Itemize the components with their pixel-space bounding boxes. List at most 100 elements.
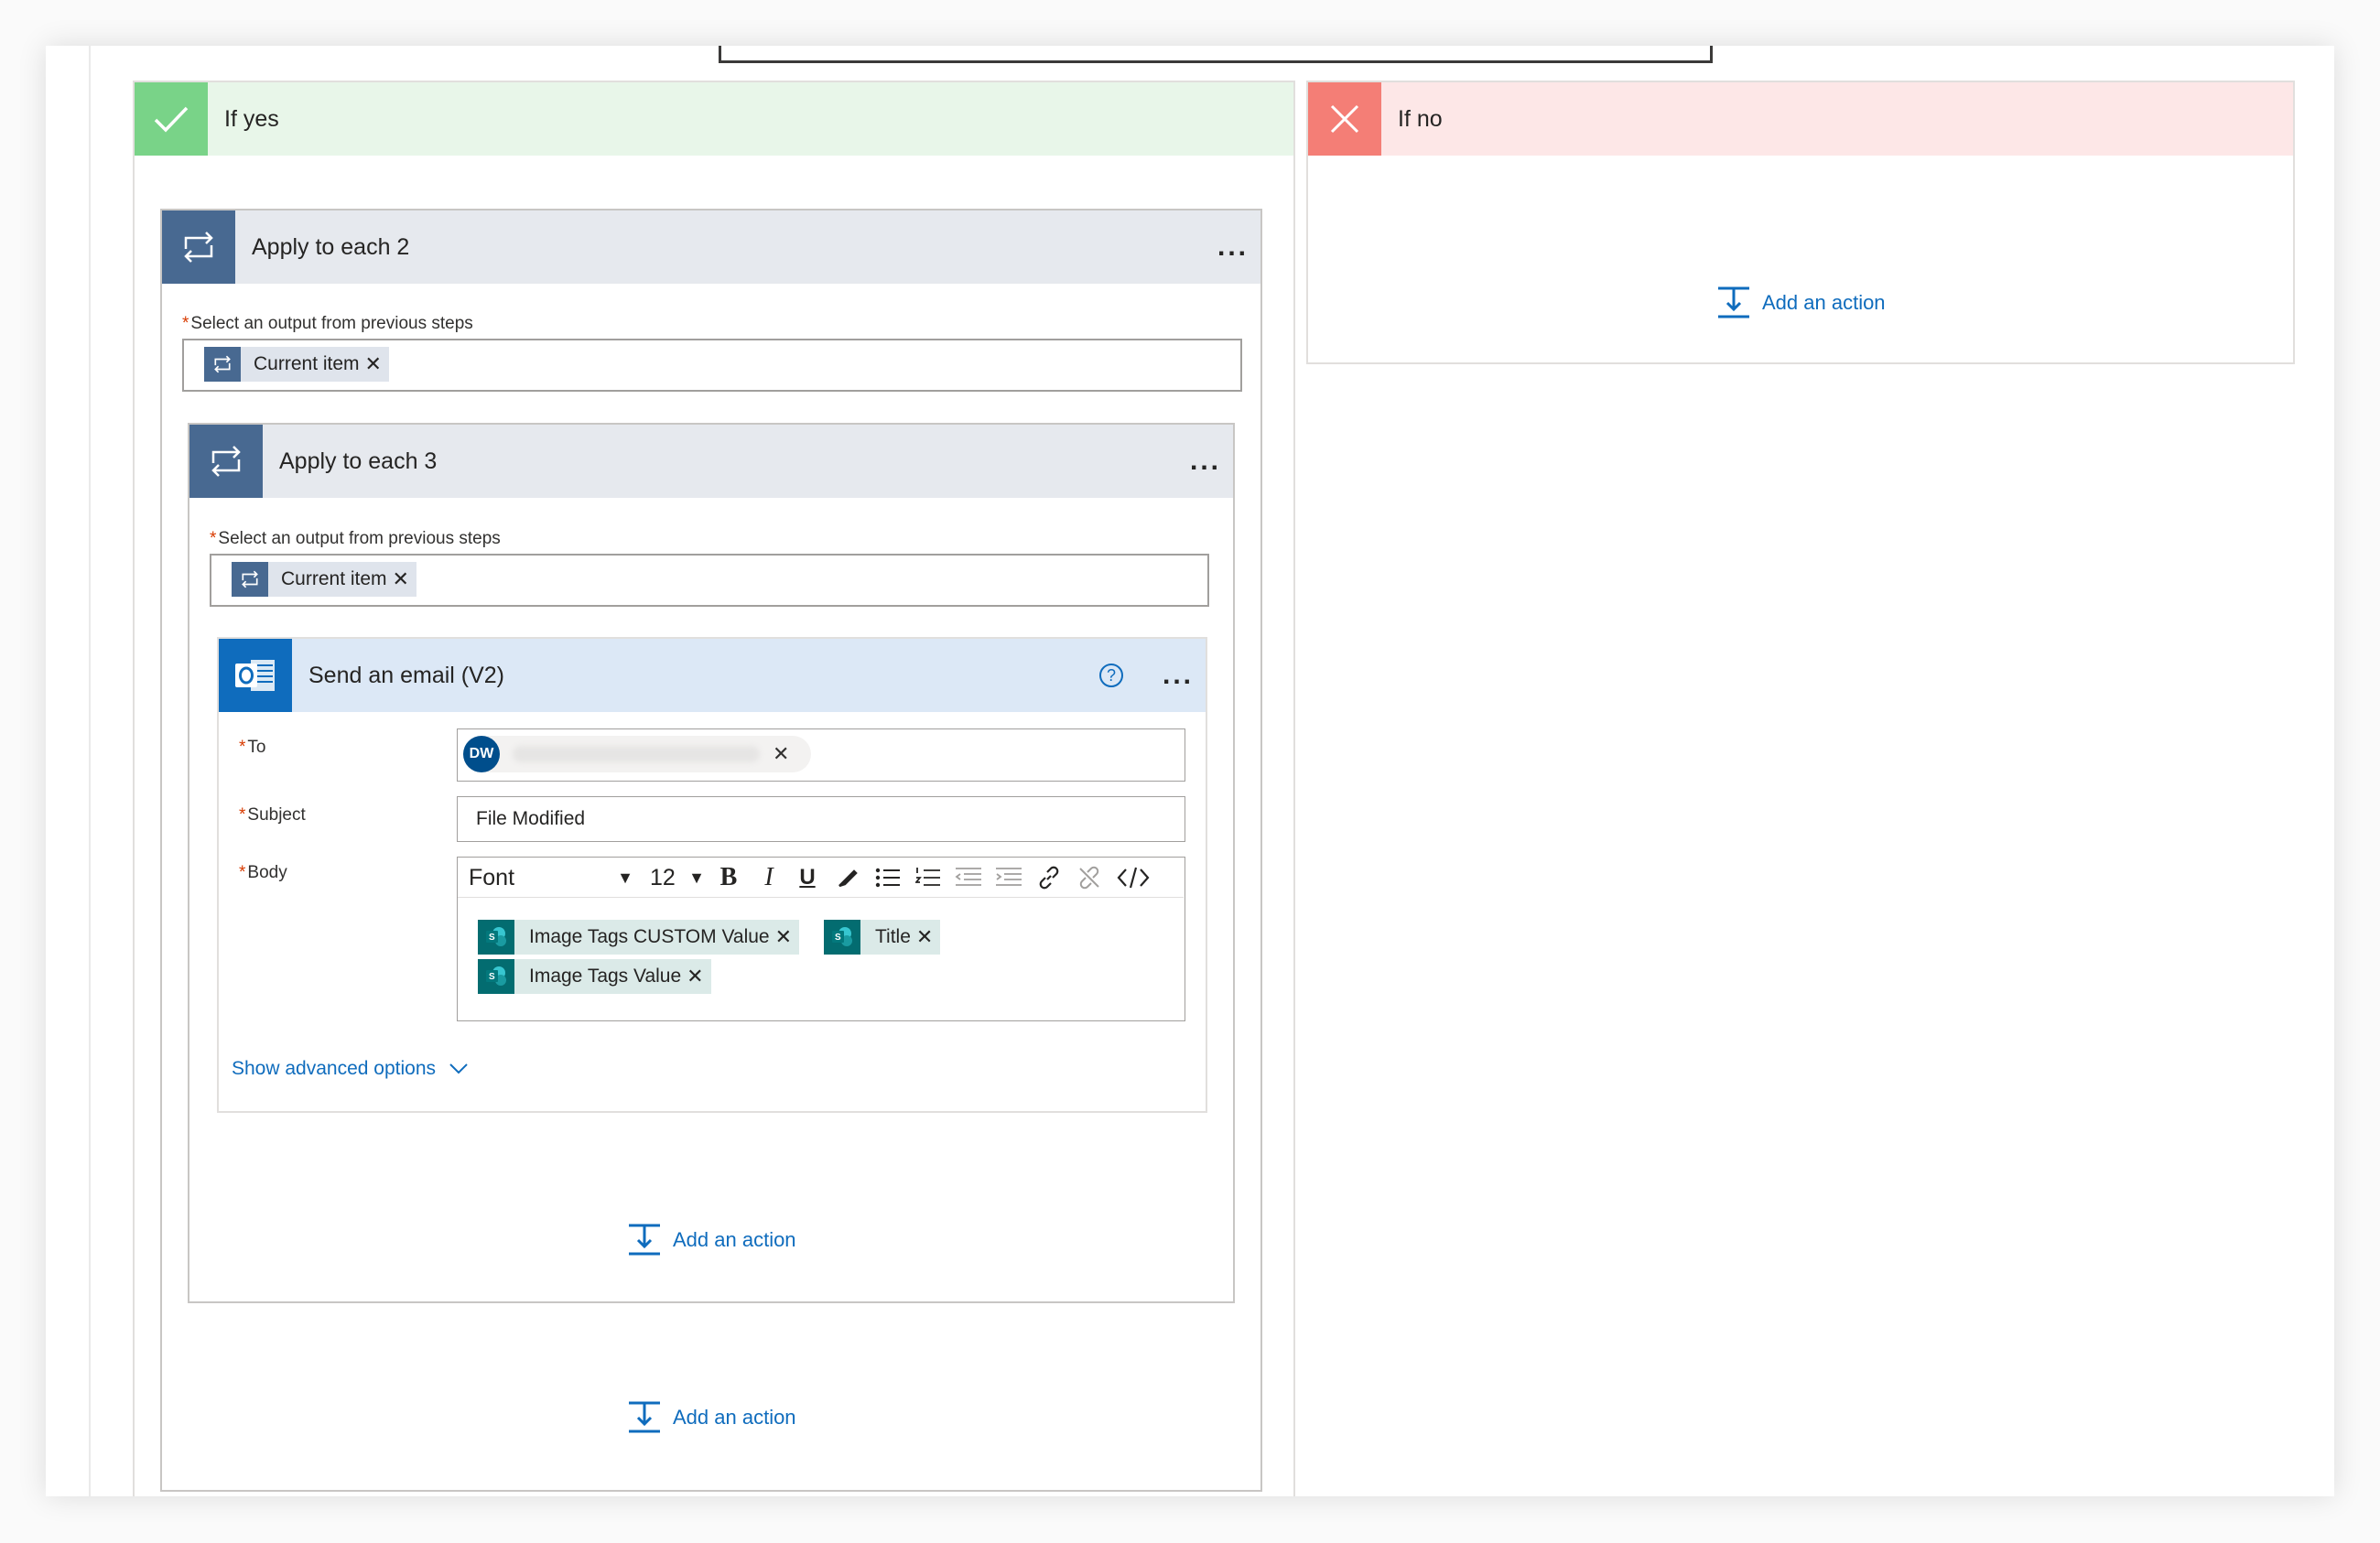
italic-button[interactable]: I (754, 858, 784, 898)
condition-connector (719, 46, 1713, 63)
font-size-value: 12 (650, 864, 676, 890)
apply-to-each-2-select-label: * Select an output from previous steps (182, 314, 473, 334)
unlink-icon[interactable] (1075, 858, 1104, 898)
svg-text:S: S (489, 933, 495, 943)
decrease-indent-icon[interactable] (954, 858, 983, 898)
bold-button[interactable]: B (714, 858, 743, 898)
loop-icon (162, 210, 235, 284)
chevron-down-icon: ▼ (688, 868, 705, 887)
to-label-text: To (247, 738, 266, 757)
apply-to-each-3-select-label: * Select an output from previous steps (210, 529, 501, 549)
apply-to-each-3-title: Apply to each 3 (279, 448, 438, 474)
recipient-chip[interactable]: DW ✕ (463, 736, 811, 772)
canvas-gutter-line (89, 46, 91, 1496)
close-icon (1308, 82, 1381, 156)
if-no-title: If no (1398, 105, 1443, 132)
outlook-icon (219, 639, 292, 712)
subject-value: File Modified (476, 808, 586, 829)
required-marker: * (239, 863, 246, 882)
required-marker: * (182, 314, 189, 333)
loop-icon (189, 425, 263, 498)
to-field[interactable]: DW ✕ (457, 728, 1185, 782)
loop-icon (204, 347, 241, 382)
apply-to-each-2-header[interactable]: Apply to each 2 ... (162, 210, 1260, 284)
body-label: * Body (239, 863, 287, 883)
send-email-card: Send an email (V2) ? ... * To DW ✕ * Sub… (217, 637, 1207, 1113)
sharepoint-icon: S (478, 959, 514, 994)
select-output-label: Select an output from previous steps (190, 314, 473, 333)
code-view-icon[interactable] (1115, 858, 1152, 898)
token-label: Image Tags Value (529, 966, 682, 987)
current-item-token-label: Current item (281, 568, 387, 589)
if-yes-title: If yes (224, 105, 279, 132)
underline-button[interactable]: U (793, 858, 822, 898)
remove-token-icon[interactable]: ✕ (916, 925, 940, 949)
chevron-down-icon: ▼ (617, 868, 633, 887)
body-label-text: Body (247, 863, 287, 882)
avatar: DW (463, 736, 500, 772)
apply-to-each-3-more-button[interactable]: ... (1178, 425, 1233, 498)
required-marker: * (239, 805, 246, 825)
sharepoint-icon: S (478, 920, 514, 955)
remove-token-icon[interactable]: ✕ (393, 567, 416, 591)
inner-add-action-button[interactable]: Add an action (627, 1223, 796, 1257)
checkmark-icon (135, 82, 208, 156)
apply-to-each-2-more-button[interactable]: ... (1206, 210, 1260, 284)
subject-label-text: Subject (247, 805, 306, 825)
if-yes-branch: If yes Apply to each 2 ... * Select an ou… (133, 81, 1295, 1496)
add-action-label: Add an action (673, 1406, 796, 1429)
remove-token-icon[interactable]: ✕ (687, 965, 710, 988)
chevron-down-icon (449, 1063, 468, 1074)
svg-text:S: S (489, 972, 495, 982)
link-icon[interactable] (1034, 858, 1064, 898)
token-label: Image Tags CUSTOM Value (529, 926, 770, 947)
apply-to-each-2-output-field[interactable]: Current item ✕ (182, 339, 1242, 392)
show-advanced-options-link[interactable]: Show advanced options (232, 1058, 469, 1080)
if-no-branch: If no Add an action (1306, 81, 2295, 364)
subject-label: * Subject (239, 805, 306, 825)
send-email-title: Send an email (V2) (308, 662, 505, 688)
token-label: Title (875, 926, 911, 947)
current-item-token[interactable]: Current item ✕ (204, 347, 389, 382)
flow-designer-canvas: If yes Apply to each 2 ... * Select an ou… (46, 46, 2334, 1496)
select-output-label: Select an output from previous steps (218, 529, 501, 548)
send-email-more-button[interactable]: ... (1151, 639, 1206, 712)
outer-add-action-button[interactable]: Add an action (627, 1400, 796, 1435)
font-select-value: Font (469, 864, 515, 890)
apply-to-each-3-header[interactable]: Apply to each 3 ... (189, 425, 1233, 498)
if-no-header[interactable]: If no (1308, 82, 2293, 156)
current-item-token[interactable]: Current item ✕ (232, 562, 416, 597)
pen-icon[interactable] (833, 858, 862, 898)
image-tags-custom-value-token[interactable]: S Image Tags CUSTOM Value ✕ (478, 920, 800, 955)
help-icon[interactable]: ? (1099, 664, 1123, 687)
send-email-header[interactable]: Send an email (V2) ? ... (219, 639, 1206, 712)
sharepoint-icon: S (824, 920, 860, 955)
svg-text:S: S (835, 933, 841, 943)
remove-token-icon[interactable]: ✕ (775, 925, 799, 949)
if-no-add-action-button[interactable]: Add an action (1716, 286, 1886, 320)
required-marker: * (239, 738, 246, 757)
apply-to-each-2-title: Apply to each 2 (252, 233, 410, 260)
increase-indent-icon[interactable] (994, 858, 1023, 898)
font-select[interactable]: Font ▼ (469, 858, 633, 898)
required-marker: * (210, 529, 217, 548)
add-action-label: Add an action (673, 1228, 796, 1251)
if-yes-header[interactable]: If yes (135, 82, 1293, 156)
redacted-recipient (513, 746, 760, 762)
apply-to-each-3-card: Apply to each 3 ... * Select an output fr… (188, 423, 1235, 1303)
current-item-token-label: Current item (254, 353, 360, 374)
title-token[interactable]: S Title ✕ (824, 920, 941, 955)
subject-field[interactable]: File Modified (457, 796, 1185, 842)
image-tags-value-token[interactable]: S Image Tags Value ✕ (478, 959, 711, 994)
remove-token-icon[interactable]: ✕ (365, 352, 389, 376)
numbered-list-icon[interactable] (914, 858, 943, 898)
add-action-icon (629, 1401, 660, 1433)
add-action-icon (629, 1224, 660, 1256)
body-editor[interactable]: Font ▼ 12 ▼ B I U S Image Tags CUSTOM Va… (457, 857, 1185, 1021)
to-label: * To (239, 738, 265, 758)
font-size-select[interactable]: 12 ▼ (650, 858, 705, 898)
add-action-label: Add an action (1762, 291, 1886, 314)
remove-recipient-icon[interactable]: ✕ (773, 742, 789, 766)
bulleted-list-icon[interactable] (873, 858, 903, 898)
apply-to-each-3-output-field[interactable]: Current item ✕ (210, 554, 1209, 607)
